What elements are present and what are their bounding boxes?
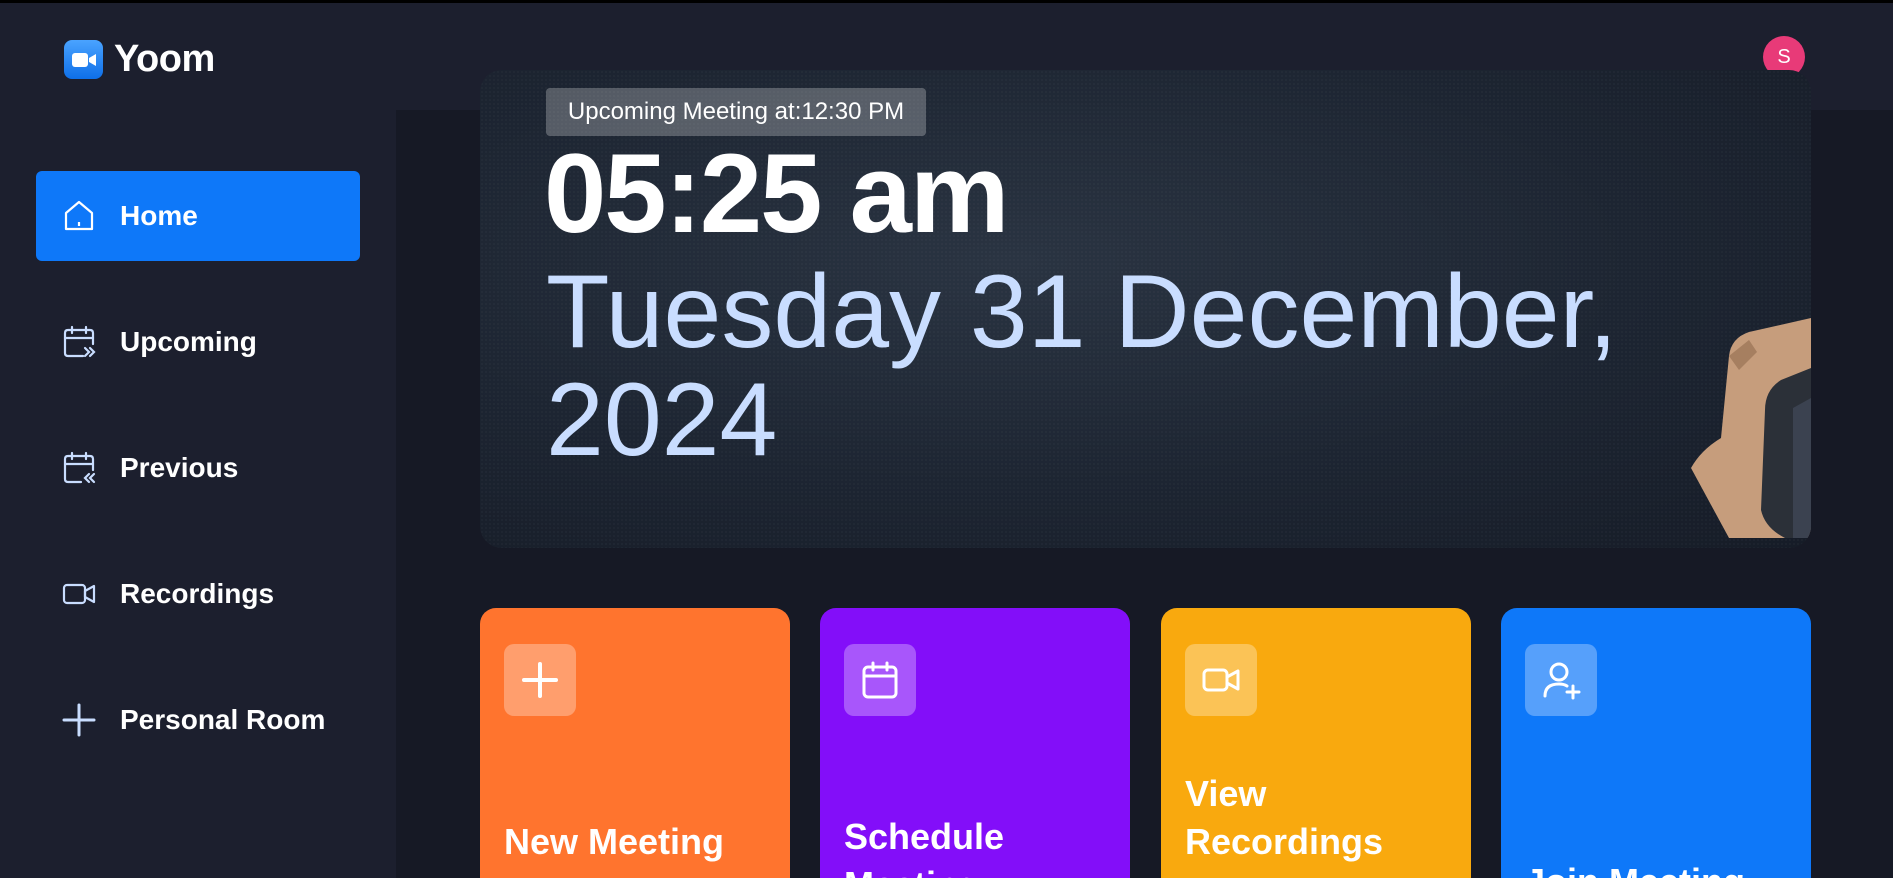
hero-banner: Upcoming Meeting at:12:30 PM 05:25 am Tu… <box>480 70 1811 548</box>
current-date: Tuesday 31 December, 2024 <box>546 254 1618 478</box>
sidebar-item-label: Previous <box>120 452 239 483</box>
action-cards: New Meeting Schedule Meeting View Record… <box>480 608 1811 878</box>
new-meeting-card[interactable]: New Meeting <box>480 608 790 878</box>
app-name: Yoom <box>114 38 215 80</box>
sidebar-item-label: Personal Room <box>120 704 326 735</box>
card-title: New Meeting <box>504 821 725 862</box>
sidebar: Home Upcoming Previous Recordings Person… <box>0 110 396 878</box>
card-title: Schedule Meeting <box>844 816 1005 878</box>
sidebar-item-home[interactable]: Home <box>36 171 360 261</box>
current-time: 05:25 am <box>544 131 1009 256</box>
upcoming-meeting-badge: Upcoming Meeting at:12:30 PM <box>546 88 926 136</box>
sidebar-item-label: Recordings <box>120 578 275 609</box>
video-icon <box>60 575 98 613</box>
calendar-forward-icon <box>60 323 98 361</box>
home-icon <box>60 197 98 235</box>
sidebar-item-label: Upcoming <box>120 326 257 357</box>
schedule-meeting-card[interactable]: Schedule Meeting <box>820 608 1130 878</box>
plus-icon <box>504 644 576 716</box>
sidebar-item-upcoming[interactable]: Upcoming <box>36 297 360 387</box>
plus-icon <box>60 701 98 739</box>
sidebar-item-recordings[interactable]: Recordings <box>36 549 360 639</box>
card-title: View Recordings <box>1185 773 1384 862</box>
view-recordings-card[interactable]: View Recordings <box>1161 608 1471 878</box>
join-meeting-card[interactable]: Join Meeting <box>1501 608 1811 878</box>
video-icon <box>1185 644 1257 716</box>
calendar-icon <box>844 644 916 716</box>
video-camera-logo-icon <box>64 40 103 79</box>
user-plus-icon <box>1525 644 1597 716</box>
logo[interactable]: Yoom <box>64 38 215 81</box>
calendar-back-icon <box>60 449 98 487</box>
sidebar-item-personal-room[interactable]: Personal Room <box>36 675 360 765</box>
sidebar-item-previous[interactable]: Previous <box>36 423 360 513</box>
card-title: Join Meeting <box>1525 858 1791 878</box>
sidebar-item-label: Home <box>120 200 198 231</box>
